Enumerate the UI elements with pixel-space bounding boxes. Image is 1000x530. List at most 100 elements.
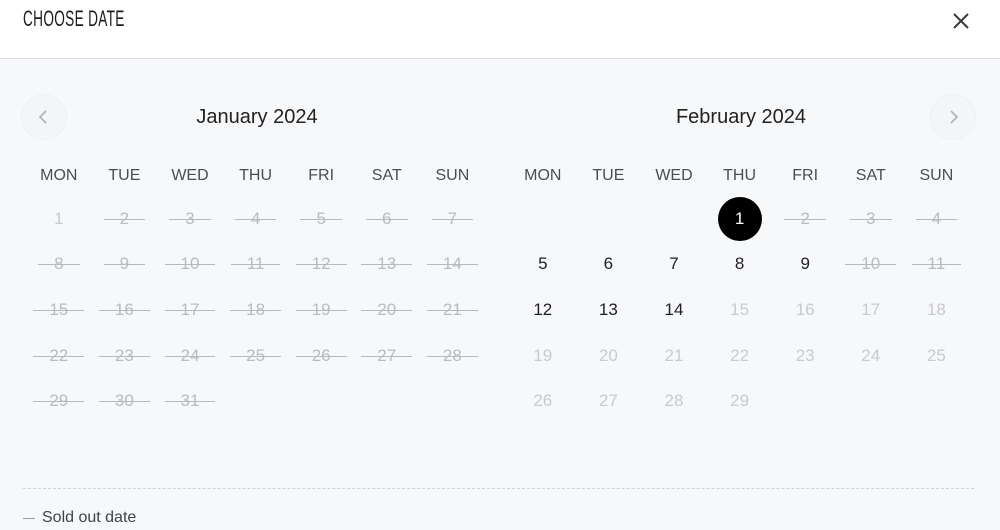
day-cell-disabled: 27 — [576, 378, 642, 424]
day-cell-sold-out: 3 — [157, 196, 223, 242]
day-cell-available[interactable]: 7 — [641, 242, 707, 288]
day-number: 5 — [299, 208, 344, 228]
day-number: 9 — [800, 254, 810, 274]
day-number: 15 — [33, 299, 85, 319]
day-cell-disabled: 21 — [641, 333, 707, 379]
day-number: 19 — [295, 299, 347, 319]
day-cell-sold-out: 15 — [26, 287, 92, 333]
day-cell-disabled: 26 — [510, 378, 576, 424]
day-cell-available[interactable]: 6 — [576, 242, 642, 288]
day-cell-disabled: 15 — [707, 287, 773, 333]
weekday-label: MON — [524, 167, 562, 184]
day-cell-disabled: 29 — [707, 378, 773, 424]
day-cell-sold-out: 5 — [288, 196, 354, 242]
day-cell-disabled: 19 — [510, 333, 576, 379]
month-january: January 2024 MON TUE WED THU FRI SAT SUN 1 2 3 4 5 6… — [26, 95, 488, 424]
day-cell-sold-out: 17 — [157, 287, 223, 333]
day-cell-sold-out: 13 — [354, 242, 420, 288]
day-cell-available[interactable]: 14 — [641, 287, 707, 333]
day-cell-available[interactable]: 9 — [772, 242, 838, 288]
day-number: 14 — [664, 299, 684, 319]
day-cell-available[interactable]: 12 — [510, 287, 576, 333]
day-number: 16 — [795, 299, 815, 319]
day-cell-disabled: 17 — [838, 287, 904, 333]
day-number: 11 — [911, 254, 961, 274]
day-cell-sold-out: 7 — [420, 196, 486, 242]
day-cell-disabled: 22 — [707, 333, 773, 379]
day-number: 24 — [861, 345, 881, 365]
weekday-label: THU — [723, 167, 757, 184]
day-cell-available[interactable]: 5 — [510, 242, 576, 288]
day-cell-sold-out: 27 — [354, 333, 420, 379]
day-number: 13 — [598, 299, 618, 319]
day-number: 12 — [533, 299, 553, 319]
day-number: 18 — [926, 299, 946, 319]
empty-cell — [510, 196, 576, 242]
day-cell-disabled: 16 — [772, 287, 838, 333]
day-cell-sold-out: 29 — [26, 378, 92, 424]
day-number: 8 — [37, 254, 81, 274]
weekday-label: FRI — [308, 167, 335, 184]
day-cell-sold-out: 22 — [26, 333, 92, 379]
day-number: 19 — [533, 345, 553, 365]
legend-divider — [23, 488, 974, 489]
month-title: January 2024 — [196, 106, 318, 128]
day-cell-sold-out: 28 — [420, 333, 486, 379]
day-number: 10 — [845, 254, 897, 274]
day-number: 2 — [783, 208, 828, 228]
day-number: 9 — [102, 254, 147, 274]
empty-cell — [641, 196, 707, 242]
day-cell-sold-out: 11 — [223, 242, 289, 288]
day-cell-selected[interactable]: 1 — [707, 196, 773, 242]
day-cell-sold-out: 3 — [838, 196, 904, 242]
day-number: 29 — [730, 391, 750, 411]
day-cell-disabled: 24 — [838, 333, 904, 379]
day-number: 4 — [234, 208, 278, 228]
day-cell-sold-out: 4 — [223, 196, 289, 242]
day-cell-sold-out: 21 — [420, 287, 486, 333]
day-cell-disabled: 1 — [26, 196, 92, 242]
weekday-label: WED — [171, 167, 209, 184]
day-cell-sold-out: 19 — [288, 287, 354, 333]
close-button[interactable] — [948, 8, 974, 34]
day-number: 31 — [164, 391, 216, 411]
day-cell-disabled: 25 — [904, 333, 970, 379]
weekday-label: SUN — [435, 167, 470, 184]
day-number: 8 — [734, 254, 745, 274]
empty-cell — [576, 196, 642, 242]
month-title: February 2024 — [675, 106, 807, 128]
day-number: 22 — [33, 345, 85, 365]
day-number: 25 — [230, 345, 281, 365]
day-cell-sold-out: 31 — [157, 378, 223, 424]
day-cell-sold-out: 12 — [288, 242, 354, 288]
day-cell-sold-out: 8 — [26, 242, 92, 288]
day-cell-disabled: 23 — [772, 333, 838, 379]
day-cell-sold-out: 20 — [354, 287, 420, 333]
day-cell-sold-out: 25 — [223, 333, 289, 379]
day-number: 13 — [361, 254, 413, 274]
day-number: 10 — [164, 254, 216, 274]
day-cell-sold-out: 26 — [288, 333, 354, 379]
day-number: 3 — [168, 208, 213, 228]
day-number: 6 — [365, 208, 409, 228]
day-number: 21 — [426, 299, 478, 319]
sold-out-label: Sold out date — [42, 509, 137, 526]
day-number: 17 — [861, 299, 881, 319]
day-cell-sold-out: 2 — [772, 196, 838, 242]
day-cell-sold-out: 16 — [92, 287, 158, 333]
day-number: 28 — [664, 391, 684, 411]
day-number: 23 — [795, 345, 815, 365]
day-number: 29 — [33, 391, 85, 411]
day-cell-available[interactable]: 13 — [576, 287, 642, 333]
day-cell-sold-out: 24 — [157, 333, 223, 379]
day-number: 14 — [426, 254, 478, 274]
day-number: 4 — [914, 208, 959, 228]
day-number: 25 — [926, 345, 946, 365]
day-cell-sold-out: 6 — [354, 196, 420, 242]
day-cell-available[interactable]: 8 — [707, 242, 773, 288]
close-icon — [953, 13, 969, 29]
day-cell-sold-out: 2 — [92, 196, 158, 242]
day-cell-sold-out: 9 — [92, 242, 158, 288]
day-number: 26 — [295, 345, 347, 365]
day-number: 21 — [664, 345, 684, 365]
